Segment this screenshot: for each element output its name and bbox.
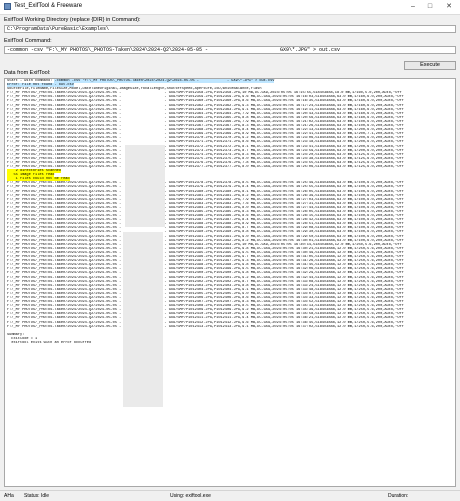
redaction-lower — [123, 232, 163, 407]
execute-button[interactable]: Execute — [404, 61, 456, 70]
app-icon — [4, 3, 11, 10]
output-line: F:/_MY PHOTOS/_PHOTOS-Taken/2024/2024-Q2… — [7, 164, 404, 169]
close-icon[interactable]: ✕ — [443, 1, 455, 12]
working-dir-input[interactable]: C:\ProgramData\PureBasic\Examples\ — [4, 25, 456, 33]
redaction-upper — [125, 145, 165, 227]
output-row: F:/_MY PHOTOS/_PHOTOS-Taken/2024/2024-Q2… — [5, 325, 455, 329]
command-input[interactable]: -common -csv "F:\_MY PHOTOS\_PHOTOS-Take… — [4, 46, 456, 54]
output-row: F:/_MY PHOTOS/_PHOTOS-Taken/2024/2024-Q2… — [5, 165, 455, 169]
start-command: -common -csv "F:\_MY PHOTOS\_PHOTOS-Take… — [54, 79, 275, 83]
status-bar: AHa Status: Idle Using: exiftool.exe Dur… — [0, 490, 460, 501]
working-dir-label: ExifTool Working Directory (replace {DIR… — [4, 17, 141, 23]
minimize-icon[interactable]: – — [407, 1, 419, 12]
output-textarea[interactable]: Start - with command: -common -csv "F:\_… — [4, 78, 456, 487]
output-label: Data from ExifTool: — [4, 70, 51, 76]
rows-block-b: F:/_MY PHOTOS/_PHOTOS-Taken/2024/2024-Q2… — [5, 181, 455, 328]
output-row: exiftool exits with an error occurred — [5, 341, 455, 345]
window-title: Test_ExifTool & Freeware — [14, 3, 83, 9]
rows-block-a: F:/_MY PHOTOS/_PHOTOS-Taken/2024/2024-Q2… — [5, 91, 455, 169]
output-line: F:/_MY PHOTOS/_PHOTOS-Taken/2024/2024-Q2… — [7, 324, 404, 329]
maximize-icon[interactable]: □ — [424, 1, 436, 12]
output-line: exiftool exits with an error occurred — [7, 341, 92, 345]
scan-summary: 2 directories scanned 55 image files rea… — [5, 169, 455, 182]
title-bar: Test_ExifTool & Freeware – □ ✕ — [0, 0, 460, 15]
summary-block: Summary: ExitCode = 1 exiftool exits wit… — [5, 333, 455, 345]
command-label: ExifTool Command: — [4, 38, 52, 44]
